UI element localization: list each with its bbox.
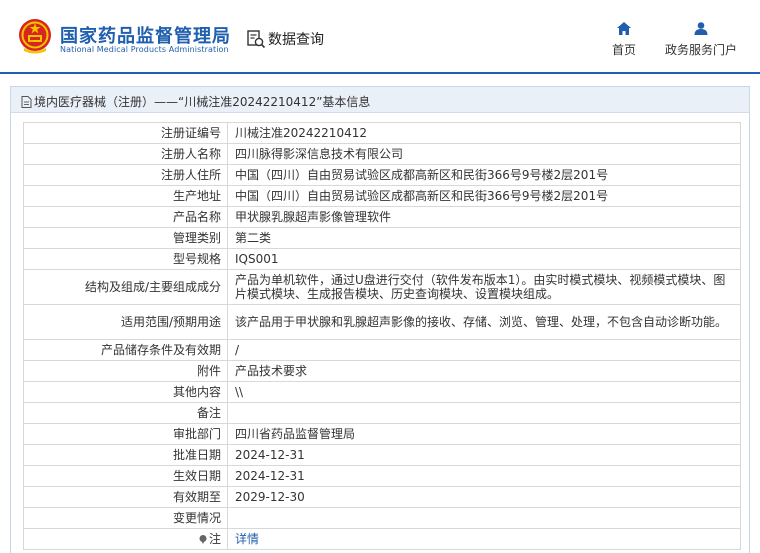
row-value: 产品为单机软件，通过U盘进行交付（软件发布版本1）。由实时模式模块、视频模式模块… (227, 269, 741, 305)
row-value (227, 402, 741, 424)
table-row: 产品储存条件及有效期 / (23, 339, 741, 361)
header-divider (0, 72, 760, 74)
row-value: 四川省药品监督管理局 (227, 423, 741, 445)
row-label: 管理类别 (23, 227, 228, 249)
row-label: 注册人住所 (23, 164, 228, 186)
row-label: 批准日期 (23, 444, 228, 466)
row-label: 其他内容 (23, 381, 228, 403)
row-label: 备注 (23, 402, 228, 424)
logo-title-en[interactable]: National Medical Products Administration (60, 45, 229, 54)
table-row: 备注 (23, 402, 741, 424)
panel-title-text: 境内医疗器械（注册）——“川械注准20242210412”基本信息 (34, 95, 371, 109)
info-table: 注册证编号 川械注准20242210412 注册人名称 四川脉得影深信息技术有限公司注… (23, 122, 741, 550)
row-value: 中国（四川）自由贸易试验区成都高新区和民街366号9号楼2层201号 (227, 164, 741, 186)
row-label: 注册人名称 (23, 143, 228, 165)
row-value: 2029-12-30 (227, 486, 741, 508)
table-row: 变更情况 (23, 507, 741, 529)
home-icon (617, 22, 631, 35)
row-label: 审批部门 (23, 423, 228, 445)
panel-title: 境内医疗器械（注册）——“川械注准20242210412”基本信息 (21, 93, 370, 110)
row-label: 注 (23, 528, 228, 550)
table-row: 生产地址 中国（四川）自由贸易试验区成都高新区和民街366号9号楼2层201号 (23, 185, 741, 207)
row-label: 附件 (23, 360, 228, 382)
row-label: 结构及组成/主要组成成分 (23, 269, 228, 305)
row-value (227, 507, 741, 529)
row-label: 生产地址 (23, 185, 228, 207)
row-value: \\ (227, 381, 741, 403)
row-value: 产品技术要求 (227, 360, 741, 382)
table-row: 管理类别 第二类 (23, 227, 741, 249)
table-row: 注册人名称 四川脉得影深信息技术有限公司 (23, 143, 741, 165)
row-value: 2024-12-31 (227, 444, 741, 466)
row-value: IQS001 (227, 248, 741, 270)
row-value: 中国（四川）自由贸易试验区成都高新区和民街366号9号楼2层201号 (227, 185, 741, 207)
row-value: 详情 (227, 528, 741, 550)
table-row: 生效日期 2024-12-31 (23, 465, 741, 487)
row-label: 型号规格 (23, 248, 228, 270)
row-value: 2024-12-31 (227, 465, 741, 487)
table-row: 注 详情 (23, 528, 741, 550)
row-value: / (227, 339, 741, 361)
row-label: 产品储存条件及有效期 (23, 339, 228, 361)
site-header: 国家药品监督管理局 National Medical Products Admi… (0, 0, 760, 72)
row-label: 有效期至 (23, 486, 228, 508)
panel-header: 境内医疗器械（注册）——“川械注准20242210412”基本信息 (11, 87, 749, 113)
row-label: 产品名称 (23, 206, 228, 228)
pin-icon (199, 533, 207, 544)
table-row: 适用范围/预期用途 该产品用于甲状腺和乳腺超声影像的接收、存储、浏览、管理、处理，… (23, 304, 741, 340)
row-value: 川械注准20242210412 (227, 122, 741, 144)
table-row: 结构及组成/主要组成成分 产品为单机软件，通过U盘进行交付（软件发布版本1）。由实… (23, 269, 741, 305)
nav-home-label: 首页 (611, 43, 636, 57)
table-row: 审批部门 四川省药品监督管理局 (23, 423, 741, 445)
info-panel: 境内医疗器械（注册）——“川械注准20242210412”基本信息 注册证编号川… (10, 86, 750, 553)
document-icon (21, 96, 32, 108)
nav-home[interactable]: 首页 (605, 22, 643, 58)
row-value: 四川脉得影深信息技术有限公司 (227, 143, 741, 165)
national-emblem-icon (19, 19, 51, 54)
details-link[interactable]: 详情 (235, 532, 259, 546)
table-row: 附件 产品技术要求 (23, 360, 741, 382)
table-row: 有效期至 2029-12-30 (23, 486, 741, 508)
table-row: 其他内容 \\ (23, 381, 741, 403)
table-row: 注册证编号 川械注准20242210412 (23, 122, 741, 144)
table-row: 型号规格 IQS001 (23, 248, 741, 270)
table-row: 产品名称 甲状腺乳腺超声影像管理软件 (23, 206, 741, 228)
row-label: 变更情况 (23, 507, 228, 529)
nav-service-portal[interactable]: 政务服务门户 (660, 22, 742, 58)
row-label: 注册证编号 (23, 122, 228, 144)
data-query-icon (247, 30, 266, 49)
row-value: 甲状腺乳腺超声影像管理软件 (227, 206, 741, 228)
note-label: 注 (208, 532, 221, 546)
row-label: 适用范围/预期用途 (23, 304, 228, 340)
row-label: 生效日期 (23, 465, 228, 487)
table-row: 注册人住所 中国（四川）自由贸易试验区成都高新区和民街366号9号楼2层201号 (23, 164, 741, 186)
row-value: 该产品用于甲状腺和乳腺超声影像的接收、存储、浏览、管理、处理，不包含自动诊断功能… (227, 304, 741, 340)
data-query-title: 数据查询 (268, 32, 324, 48)
user-icon (694, 22, 708, 35)
table-row: 批准日期 2024-12-31 (23, 444, 741, 466)
nav-service-label: 政务服务门户 (664, 43, 737, 57)
row-value: 第二类 (227, 227, 741, 249)
